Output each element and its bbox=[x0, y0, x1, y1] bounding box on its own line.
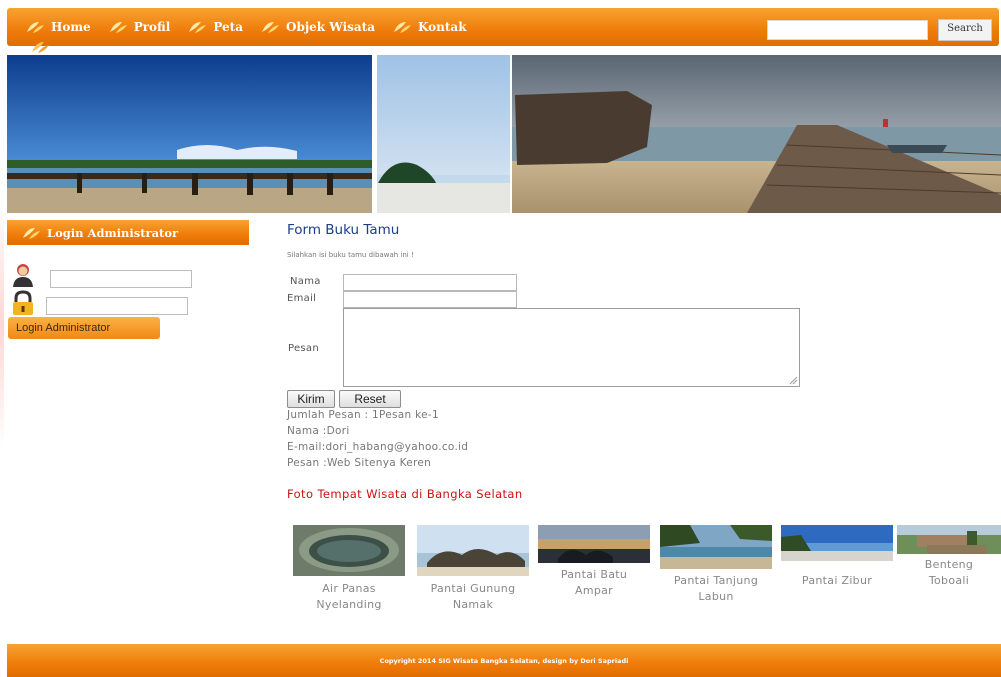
photo-batu-ampar[interactable] bbox=[538, 525, 650, 563]
caption-batu-ampar: Pantai Batu Ampar bbox=[533, 567, 655, 599]
caption-line: Air Panas bbox=[322, 582, 376, 595]
nav-home[interactable]: Home bbox=[25, 20, 91, 34]
name-label: Nama bbox=[290, 276, 321, 287]
resize-grip-icon[interactable] bbox=[789, 376, 798, 385]
sidebar-heading: Login Administrator bbox=[47, 225, 179, 240]
name-field[interactable] bbox=[343, 274, 517, 291]
message-label: Pesan bbox=[288, 343, 320, 354]
nav-profil[interactable]: Profil bbox=[108, 20, 171, 34]
photo-benteng-toboali[interactable] bbox=[897, 525, 1001, 554]
password-field[interactable] bbox=[46, 297, 188, 315]
caption-line: Benteng bbox=[924, 558, 974, 571]
leaf-icon bbox=[392, 20, 412, 34]
submit-button[interactable]: Kirim bbox=[287, 390, 335, 408]
caption-benteng-toboali: Benteng Toboali bbox=[898, 557, 1000, 589]
user-icon bbox=[13, 264, 33, 287]
photo-zibur[interactable] bbox=[781, 525, 893, 561]
leaf-icon bbox=[187, 20, 207, 34]
footer: Copyright 2014 SIG Wisata Bangka Selatan… bbox=[7, 644, 1001, 677]
caption-tanjung-labun: Pantai Tanjung Labun bbox=[655, 573, 777, 605]
lock-icon bbox=[13, 290, 33, 315]
caption-line: Pantai Zibur bbox=[801, 574, 873, 587]
caption-line: Toboali bbox=[928, 574, 970, 587]
caption-line: Nyelanding bbox=[316, 598, 382, 611]
search-input[interactable] bbox=[767, 20, 928, 40]
photo-air-panas[interactable] bbox=[293, 525, 405, 576]
leaf-icon bbox=[25, 20, 45, 34]
caption-zibur: Pantai Zibur bbox=[776, 573, 898, 589]
page-edge-decoration bbox=[0, 200, 4, 450]
message-textarea[interactable] bbox=[343, 308, 800, 387]
form-title: Form Buku Tamu bbox=[287, 222, 400, 238]
caption-air-panas: Air Panas Nyelanding bbox=[288, 581, 410, 613]
username-field[interactable] bbox=[50, 270, 192, 288]
nav-home-label: Home bbox=[51, 20, 91, 34]
message-text: Pesan :Web Sitenya Keren bbox=[287, 457, 432, 469]
caption-line: Namak bbox=[452, 598, 494, 611]
caption-line: Pantai Gunung bbox=[430, 582, 516, 595]
email-label: Email bbox=[287, 293, 317, 304]
nav-profil-label: Profil bbox=[133, 20, 171, 34]
photo-gunung-namak[interactable] bbox=[417, 525, 529, 576]
caption-line: Pantai Tanjung bbox=[673, 574, 759, 587]
nav-kontak[interactable]: Kontak bbox=[392, 20, 467, 34]
header-banner bbox=[7, 55, 1001, 213]
form-instruction: Silahkan isi buku tamu dibawah ini ! bbox=[287, 251, 414, 259]
message-email: E-mail:dori_habang@yahoo.co.id bbox=[287, 441, 469, 453]
nav-peta-label: Peta bbox=[213, 20, 243, 34]
main-nav: Home Profil Peta Objek Wisata Kontak bbox=[25, 8, 484, 46]
leaf-icon bbox=[108, 20, 128, 34]
leaf-icon bbox=[23, 227, 40, 239]
message-name: Nama :Dori bbox=[287, 425, 350, 437]
caption-gunung-namak: Pantai Gunung Namak bbox=[412, 581, 534, 613]
login-admin-button[interactable]: Login Administrator bbox=[8, 317, 160, 339]
email-field[interactable] bbox=[343, 291, 517, 308]
leaf-icon bbox=[260, 20, 280, 34]
photo-tanjung-labun[interactable] bbox=[660, 525, 772, 569]
caption-line: Pantai Batu bbox=[560, 568, 628, 581]
reset-button[interactable]: Reset bbox=[339, 390, 401, 408]
leaf-icon bbox=[32, 42, 49, 53]
nav-objek-wisata[interactable]: Objek Wisata bbox=[260, 20, 375, 34]
search-button[interactable]: Search bbox=[938, 19, 992, 41]
message-count: Jumlah Pesan : 1Pesan ke-1 bbox=[287, 409, 439, 421]
sidebar-login-header: Login Administrator bbox=[7, 220, 249, 245]
footer-copyright: Copyright 2014 SIG Wisata Bangka Selatan… bbox=[379, 656, 629, 665]
nav-peta[interactable]: Peta bbox=[187, 20, 243, 34]
photos-heading: Foto Tempat Wisata di Bangka Selatan bbox=[287, 487, 523, 501]
caption-line: Labun bbox=[698, 590, 734, 603]
nav-kontak-label: Kontak bbox=[417, 20, 467, 34]
caption-line: Ampar bbox=[575, 584, 613, 597]
top-nav-bar: Home Profil Peta Objek Wisata Kontak Sea… bbox=[7, 8, 999, 46]
nav-objek-wisata-label: Objek Wisata bbox=[285, 20, 375, 34]
